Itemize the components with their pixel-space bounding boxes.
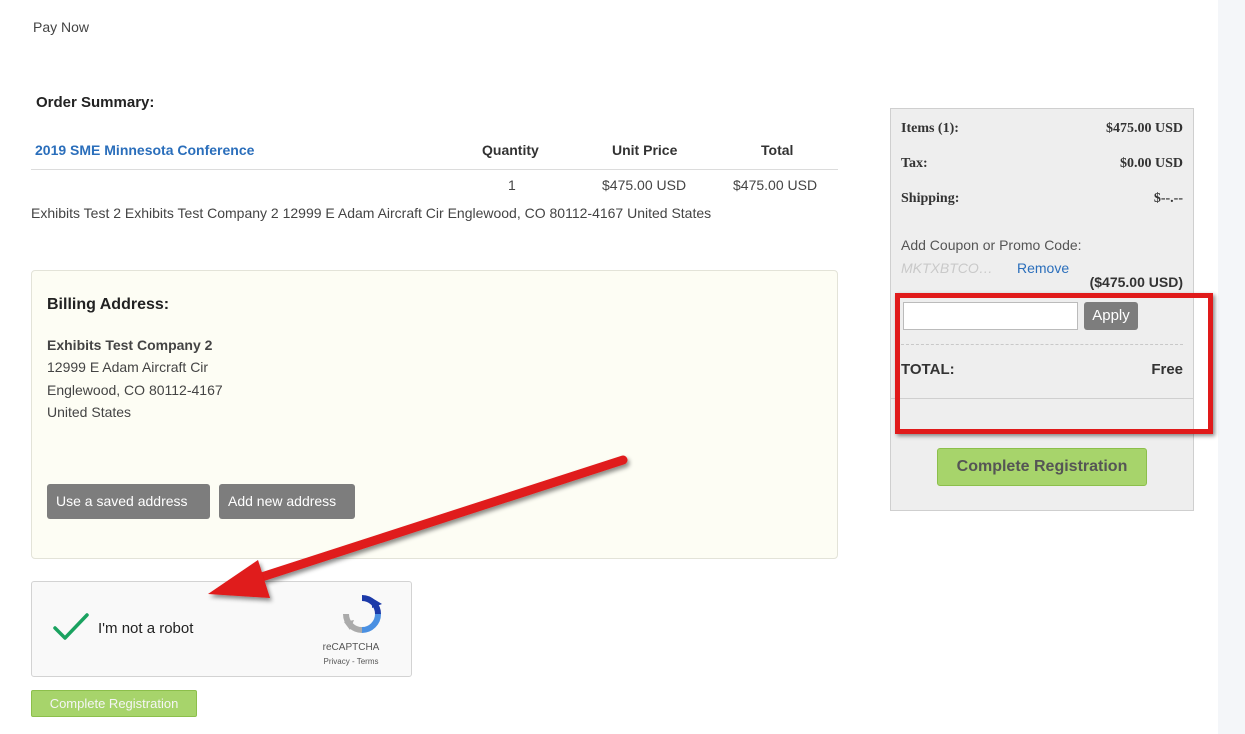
complete-registration-button-bottom[interactable]: Complete Registration — [31, 690, 197, 717]
order-summary-title: Order Summary: — [36, 94, 155, 111]
checkmark-icon[interactable] — [52, 612, 90, 647]
column-header-quantity: Quantity — [482, 142, 539, 158]
billing-company: Exhibits Test Company 2 — [47, 337, 213, 353]
column-header-unit-price: Unit Price — [612, 142, 678, 158]
coupon-discount: ($475.00 USD) — [1089, 274, 1183, 290]
order-summary-divider — [31, 169, 838, 170]
remove-coupon-link[interactable]: Remove — [1017, 260, 1069, 276]
recaptcha-label: I'm not a robot — [98, 620, 194, 637]
billing-street: 12999 E Adam Aircraft Cir — [47, 359, 209, 375]
row-unit-price: $475.00 USD — [602, 177, 687, 193]
items-value: $475.00 USD — [1105, 121, 1183, 136]
shipping-value: $--.-- — [1153, 191, 1183, 206]
annotation-highlight-box — [895, 293, 1213, 434]
shipping-address-line: Exhibits Test 2 Exhibits Test Company 2 … — [31, 205, 712, 221]
shipping-label: Shipping: — [901, 191, 960, 206]
use-saved-address-button[interactable]: Use a saved address — [47, 484, 210, 519]
column-header-total: Total — [761, 142, 794, 158]
recaptcha-brand: reCAPTCHA — [322, 642, 380, 653]
tax-value: $0.00 USD — [1119, 156, 1183, 171]
items-label: Items (1): — [901, 121, 959, 136]
billing-city: Englewood, CO 80112-4167 — [47, 382, 223, 398]
billing-country: United States — [47, 404, 132, 420]
page-heading: Pay Now — [33, 19, 90, 35]
recaptcha-privacy-terms[interactable]: Privacy - Terms — [314, 657, 388, 666]
complete-registration-button[interactable]: Complete Registration — [937, 448, 1147, 486]
right-gutter — [1218, 0, 1245, 734]
coupon-label: Add Coupon or Promo Code: — [901, 237, 1082, 253]
annotation-arrow-icon — [208, 455, 628, 598]
applied-coupon-code: MKTXBTCO… — [901, 260, 993, 276]
billing-address-title: Billing Address: — [47, 296, 170, 313]
row-total: $475.00 USD — [733, 177, 818, 193]
product-link[interactable]: 2019 SME Minnesota Conference — [35, 142, 254, 158]
tax-label: Tax: — [901, 156, 928, 171]
row-quantity: 1 — [508, 177, 516, 193]
